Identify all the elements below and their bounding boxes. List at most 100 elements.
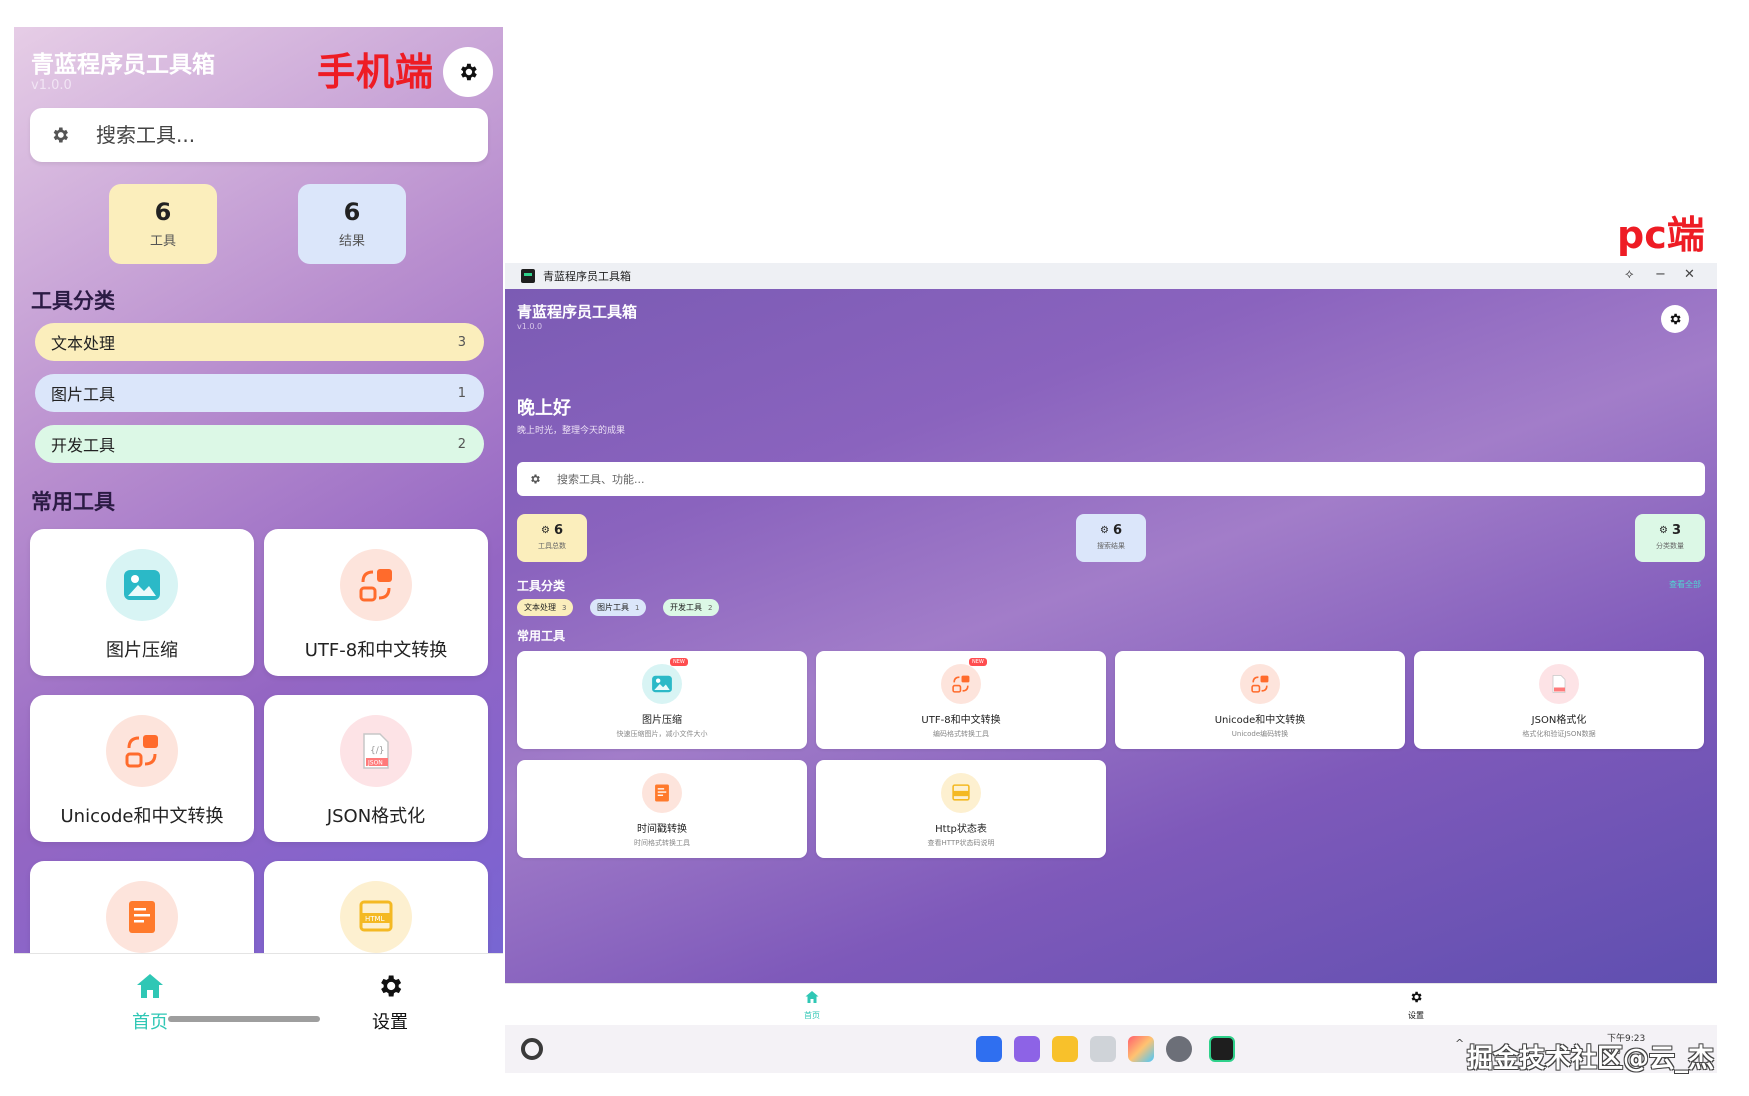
stat-value: 6 xyxy=(553,523,563,538)
stat-search-results: ⚙ 6 搜索结果 xyxy=(1076,514,1146,562)
html-icon: HTML xyxy=(340,881,412,953)
tool-card-utf8-convert[interactable]: NEW UTF-8和中文转换 编码格式转换工具 xyxy=(816,651,1106,749)
category-label: 开发工具 xyxy=(670,603,702,612)
stat-label: 分类数量 xyxy=(1656,542,1684,550)
gear-icon xyxy=(1670,313,1681,325)
minimize-button[interactable]: − xyxy=(1655,267,1666,282)
tool-name: JSON格式化 xyxy=(1531,715,1587,726)
stat-tools-count: 6 工具 xyxy=(109,184,217,264)
stat-label: 结果 xyxy=(338,234,365,249)
settings-button[interactable] xyxy=(1661,305,1689,333)
stat-label: 工具 xyxy=(149,234,176,249)
svg-text:HTML: HTML xyxy=(365,915,385,923)
tool-name: JSON格式化 xyxy=(326,806,426,827)
view-all-link[interactable]: 查看全部 xyxy=(1669,579,1701,590)
timestamp-icon xyxy=(642,773,682,813)
stat-value: 3 xyxy=(1671,523,1681,538)
gear-icon: ⚙ xyxy=(1099,525,1109,536)
close-button[interactable]: ✕ xyxy=(1684,267,1695,282)
gear-icon xyxy=(381,975,402,997)
trash-icon[interactable] xyxy=(1090,1036,1116,1062)
bottom-nav: 首页 设置 xyxy=(505,983,1717,1023)
category-section-title: 工具分类 xyxy=(31,289,115,313)
tool-card-utf8-convert[interactable]: UTF-8和中文转换 xyxy=(264,529,488,676)
gear-icon xyxy=(529,473,541,485)
tool-name: UTF-8和中文转换 xyxy=(921,715,1001,726)
gesture-handle[interactable] xyxy=(168,1016,320,1022)
category-chip-image[interactable]: 图片工具 1 xyxy=(590,599,647,616)
tool-name: Unicode和中文转换 xyxy=(60,806,224,827)
convert-icon xyxy=(340,549,412,621)
nav-settings[interactable]: 设置 xyxy=(320,972,460,1034)
category-item-dev[interactable]: 开发工具 2 xyxy=(35,425,484,463)
nav-settings[interactable]: 设置 xyxy=(1386,989,1446,1021)
app-title: 青蓝程序员工具箱 xyxy=(31,52,215,78)
nav-home[interactable]: 首页 xyxy=(80,972,220,1034)
gear-icon xyxy=(461,63,477,81)
folder-icon[interactable] xyxy=(1052,1036,1078,1062)
category-count: 3 xyxy=(562,603,567,612)
watermark: 掘金技术社区@云_杰 xyxy=(1467,1044,1715,1074)
convert-icon: NEW xyxy=(941,658,987,704)
nav-label: 设置 xyxy=(372,1012,408,1033)
category-count: 2 xyxy=(457,436,466,452)
search-input[interactable] xyxy=(96,123,436,147)
window-icon[interactable] xyxy=(1014,1036,1040,1062)
tool-desc: 时间格式转换工具 xyxy=(634,839,690,847)
app-version: v1.0.0 xyxy=(517,322,543,331)
tool-desc: Unicode编码转换 xyxy=(1231,730,1289,738)
pin-icon[interactable]: ⟡ xyxy=(1625,267,1634,282)
new-badge: NEW xyxy=(969,658,987,666)
app-icon xyxy=(521,269,535,283)
app-title: 青蓝程序员工具箱 xyxy=(517,303,638,321)
tool-card-http-status[interactable]: Http状态表 查看HTTP状态码说明 xyxy=(816,760,1106,858)
category-count: 1 xyxy=(457,385,466,401)
photos-icon[interactable] xyxy=(1128,1036,1154,1062)
category-count: 1 xyxy=(635,603,640,612)
tool-card-image-compress[interactable]: 图片压缩 xyxy=(30,529,254,676)
tool-card-unicode-convert[interactable]: Unicode和中文转换 Unicode编码转换 xyxy=(1115,651,1405,749)
convert-icon xyxy=(1240,664,1280,704)
stat-label: 工具总数 xyxy=(538,542,566,550)
category-label: 图片工具 xyxy=(51,385,116,404)
home-icon xyxy=(805,991,819,1003)
search-bar[interactable] xyxy=(517,462,1705,496)
category-chip-text[interactable]: 文本处理 3 xyxy=(517,599,574,616)
tool-card-unicode-convert[interactable]: Unicode和中文转换 xyxy=(30,695,254,842)
tray-chevron-icon[interactable]: ^ xyxy=(1455,1037,1464,1050)
category-chip-dev[interactable]: 开发工具 2 xyxy=(663,599,720,616)
window-title: 青蓝程序员工具箱 xyxy=(543,270,631,283)
tool-card-json-format[interactable]: {/} JSON JSON格式化 xyxy=(264,695,488,842)
image-icon: NEW xyxy=(642,658,688,704)
launcher-icon[interactable] xyxy=(976,1036,1002,1062)
tool-desc: 编码格式转换工具 xyxy=(933,730,989,738)
tool-name: 时间戳转换 xyxy=(637,824,687,835)
start-button[interactable] xyxy=(521,1038,543,1060)
new-badge: NEW xyxy=(670,658,688,666)
nav-home[interactable]: 首页 xyxy=(782,989,842,1021)
tool-name: 图片压缩 xyxy=(106,640,178,661)
greeting-subtitle: 晚上时光，整理今天的成果 xyxy=(517,426,626,436)
window-titlebar[interactable]: 青蓝程序员工具箱 ⟡ − ✕ xyxy=(505,263,1717,289)
category-item-image[interactable]: 图片工具 1 xyxy=(35,374,484,412)
bottom-nav: 首页 设置 xyxy=(14,953,503,1055)
search-input[interactable] xyxy=(557,472,957,486)
settings-app-icon[interactable] xyxy=(1166,1036,1192,1062)
search-bar[interactable] xyxy=(30,108,488,162)
json-file-icon: {/} JSON xyxy=(340,715,412,787)
tool-card-json-format[interactable]: JSON格式化 格式化和验证JSON数据 xyxy=(1414,651,1704,749)
gear-icon xyxy=(1411,991,1422,1003)
tool-desc: 查看HTTP状态码说明 xyxy=(927,839,995,847)
tool-name: Unicode和中文转换 xyxy=(1214,715,1306,726)
settings-button[interactable] xyxy=(443,47,493,97)
category-label: 开发工具 xyxy=(51,436,116,455)
tool-card-image-compress[interactable]: NEW 图片压缩 快速压缩图片，减小文件大小 xyxy=(517,651,807,749)
nav-label: 设置 xyxy=(1408,1011,1424,1020)
tool-card-timestamp[interactable]: 时间戳转换 时间格式转换工具 xyxy=(517,760,807,858)
stat-value: 6 xyxy=(1112,523,1122,538)
convert-icon xyxy=(106,715,178,787)
toolbox-app-icon[interactable] xyxy=(1209,1036,1235,1062)
category-count: 3 xyxy=(457,334,466,350)
category-item-text[interactable]: 文本处理 3 xyxy=(35,323,484,361)
category-label: 文本处理 xyxy=(51,334,116,353)
